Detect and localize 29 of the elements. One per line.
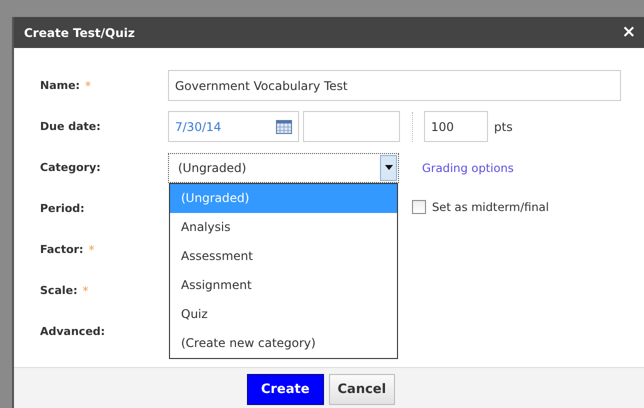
category-dropdown[interactable]: (Ungraded) bbox=[168, 152, 399, 182]
dropdown-option[interactable]: (Create new category) bbox=[170, 328, 397, 358]
field-label: Name: bbox=[40, 78, 80, 92]
cancel-button[interactable]: Cancel bbox=[328, 374, 396, 404]
grading-options-link[interactable]: Grading options bbox=[422, 160, 514, 174]
points-field[interactable]: 100 bbox=[424, 111, 488, 142]
dialog-title: Create Test/Quiz bbox=[24, 26, 135, 40]
date-field[interactable]: 7/30/14 bbox=[168, 111, 299, 142]
create-button[interactable]: Create bbox=[246, 374, 324, 404]
dropdown-option[interactable]: Analysis bbox=[170, 212, 397, 242]
field-label: Due date: bbox=[40, 120, 101, 133]
time-field[interactable] bbox=[303, 111, 400, 142]
dropdown-option[interactable]: Assignment bbox=[170, 270, 397, 300]
field-label: Period: bbox=[40, 202, 85, 215]
points-unit: pts bbox=[494, 120, 513, 134]
name-field[interactable]: Government Vocabulary Test bbox=[168, 70, 621, 101]
dropdown-option[interactable]: Assessment bbox=[170, 242, 397, 270]
required-mark: * bbox=[84, 78, 91, 92]
field-label: Factor: bbox=[40, 242, 84, 256]
required-mark: * bbox=[82, 284, 88, 298]
field-label: Scale: bbox=[40, 284, 78, 296]
required-mark: * bbox=[88, 242, 94, 256]
checkbox-label: Set as midterm/final bbox=[432, 200, 549, 214]
field-label: Advanced: bbox=[40, 325, 106, 338]
dropdown-option[interactable]: Quiz bbox=[170, 300, 397, 328]
calendar-icon[interactable] bbox=[276, 120, 292, 134]
field-label: Category: bbox=[40, 161, 101, 174]
close-button[interactable]: × bbox=[622, 24, 636, 41]
midterm-checkbox[interactable] bbox=[412, 200, 426, 214]
